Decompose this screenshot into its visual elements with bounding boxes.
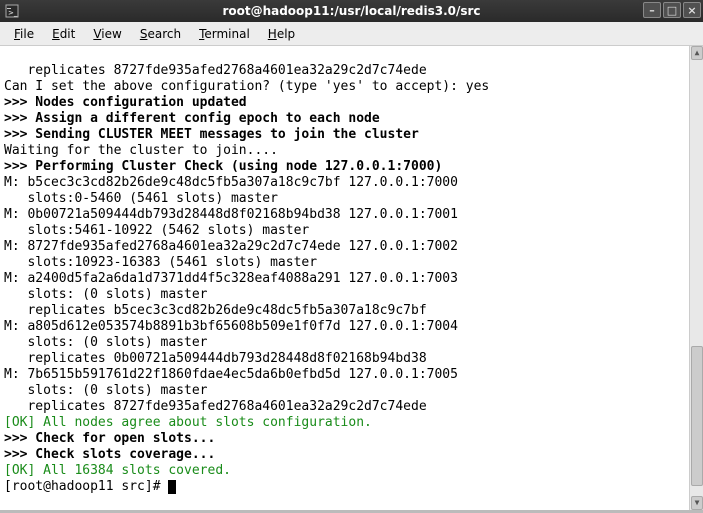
minimize-button[interactable]: –: [643, 2, 661, 18]
shell-prompt: [root@hadoop11 src]#: [4, 479, 168, 494]
output-line: slots:5461-10922 (5462 slots) master: [4, 223, 309, 238]
output-line: slots:0-5460 (5461 slots) master: [4, 191, 278, 206]
output-line: [OK] All nodes agree about slots configu…: [4, 415, 372, 430]
scroll-up-button[interactable]: ▲: [691, 46, 703, 60]
maximize-button[interactable]: □: [663, 2, 681, 18]
menu-help[interactable]: Help: [260, 25, 303, 43]
output-line: >>> Assign a different config epoch to e…: [4, 111, 380, 126]
shell-prompt-line: [root@hadoop11 src]#: [4, 479, 176, 494]
close-button[interactable]: ×: [683, 2, 701, 18]
output-line: M: b5cec3c3cd82b26de9c48dc5fb5a307a18c9c…: [4, 175, 458, 190]
menu-view-rest: iew: [101, 27, 122, 41]
output-line: slots: (0 slots) master: [4, 383, 208, 398]
output-line: replicates 0b00721a509444db793d28448d8f0…: [4, 351, 427, 366]
terminal-area[interactable]: replicates 8727fde935afed2768a4601ea32a2…: [0, 46, 703, 510]
output-line: slots: (0 slots) master: [4, 287, 208, 302]
menu-terminal[interactable]: Terminal: [191, 25, 258, 43]
menu-view[interactable]: View: [85, 25, 129, 43]
menu-file[interactable]: File: [6, 25, 42, 43]
menu-file-rest: ile: [20, 27, 34, 41]
output-line: [OK] All 16384 slots covered.: [4, 463, 231, 478]
output-line: M: a2400d5fa2a6da1d7371dd4f5c328eaf4088a…: [4, 271, 458, 286]
output-line: M: 8727fde935afed2768a4601ea32a29c2d7c74…: [4, 239, 458, 254]
output-line: M: a805d612e053574b8891b3bf65608b509e1f0…: [4, 319, 458, 334]
menu-help-rest: elp: [277, 27, 295, 41]
scrollbar[interactable]: ▲ ▼: [689, 46, 703, 510]
window-controls: – □ ×: [643, 2, 701, 18]
output-line: >>> Check for open slots...: [4, 431, 215, 446]
output-line: >>> Performing Cluster Check (using node…: [4, 159, 442, 174]
output-line: slots:10923-16383 (5461 slots) master: [4, 255, 317, 270]
cursor-icon: [168, 480, 176, 494]
window-title: root@hadoop11:/usr/local/redis3.0/src: [222, 4, 480, 18]
scroll-down-button[interactable]: ▼: [691, 496, 703, 510]
app-icon: >_: [4, 3, 20, 19]
window-titlebar: >_ root@hadoop11:/usr/local/redis3.0/src…: [0, 0, 703, 22]
menu-search[interactable]: Search: [132, 25, 189, 43]
output-line: M: 0b00721a509444db793d28448d8f02168b94b…: [4, 207, 458, 222]
scroll-thumb[interactable]: [691, 346, 703, 486]
output-line: >>> Check slots coverage...: [4, 447, 215, 462]
output-line: replicates 8727fde935afed2768a4601ea32a2…: [4, 63, 427, 78]
menu-edit[interactable]: Edit: [44, 25, 83, 43]
output-line: >>> Nodes configuration updated: [4, 95, 247, 110]
output-line: Can I set the above configuration? (type…: [4, 79, 489, 94]
output-line: slots: (0 slots) master: [4, 335, 208, 350]
svg-text:>_: >_: [8, 9, 18, 17]
menu-terminal-rest: erminal: [204, 27, 249, 41]
output-line: M: 7b6515b591761d22f1860fdae4ec5da6b0efb…: [4, 367, 458, 382]
output-line: replicates b5cec3c3cd82b26de9c48dc5fb5a3…: [4, 303, 427, 318]
menubar: File Edit View Search Terminal Help: [0, 22, 703, 46]
output-line: Waiting for the cluster to join....: [4, 143, 278, 158]
output-line: >>> Sending CLUSTER MEET messages to joi…: [4, 127, 419, 142]
menu-search-rest: earch: [147, 27, 181, 41]
menu-edit-rest: dit: [60, 27, 76, 41]
output-line: replicates 8727fde935afed2768a4601ea32a2…: [4, 399, 427, 414]
